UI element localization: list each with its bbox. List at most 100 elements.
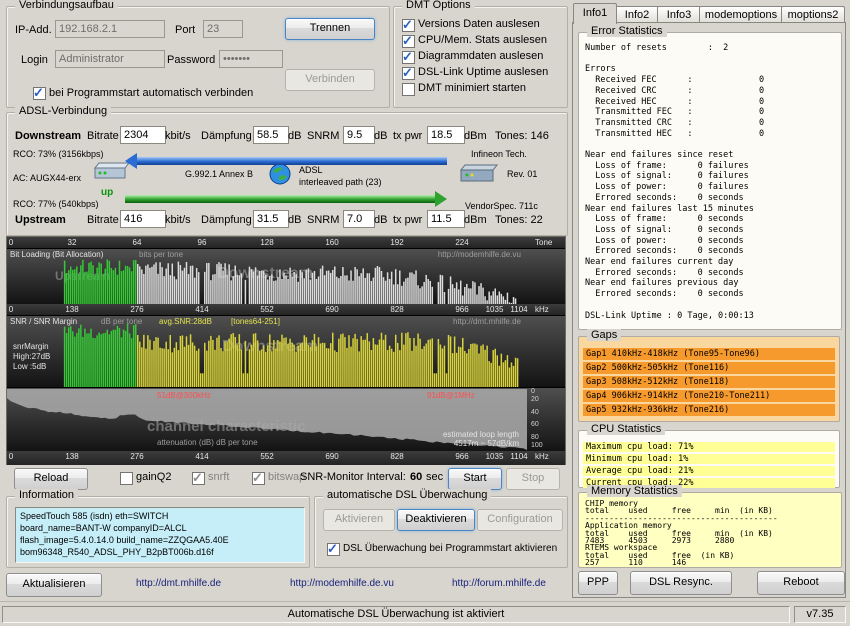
downstream-arrow bbox=[125, 153, 447, 169]
info-line: bom96348_R540_ADSL_PHY_B2pBT006b.d16f bbox=[20, 547, 214, 557]
snr-chart: SNR / SNR Margin dB per tone avg.SNR:28d… bbox=[7, 315, 565, 387]
rco-up: RCO: 77% (540kbps) bbox=[13, 199, 99, 209]
diagram-label: Diagrammdaten auslesen bbox=[418, 50, 544, 62]
us-daempfung-value[interactable] bbox=[253, 210, 289, 228]
status-bar: Automatische DSL Überwachung ist aktivie… bbox=[0, 601, 850, 626]
ds-bitrate-label: Bitrate bbox=[87, 130, 119, 142]
adsl-standard: G.992.1 Annex B bbox=[185, 169, 254, 179]
cpu-row: Maximum cpu load: 71% bbox=[583, 442, 835, 452]
versions-label: Versions Daten auslesen bbox=[418, 18, 540, 30]
refresh-button[interactable]: Aktualisieren bbox=[6, 573, 102, 597]
us-bitrate-unit: kbit/s bbox=[165, 214, 191, 226]
snrft-checkbox[interactable] bbox=[192, 470, 205, 486]
snr-subtitle: dB per tone bbox=[101, 317, 143, 326]
diagram-checkbox[interactable] bbox=[402, 49, 415, 65]
reload-button[interactable]: Reload bbox=[14, 468, 88, 490]
ds-db2: dB bbox=[374, 130, 388, 142]
deactivate-button[interactable]: Deaktivieren bbox=[397, 509, 475, 531]
minimized-label: DMT minimiert starten bbox=[418, 82, 526, 94]
link-modemhilfe[interactable]: http://modemhilfe.de.vu bbox=[290, 578, 394, 589]
bitloading-url: http://modemhilfe.de.vu bbox=[437, 250, 521, 259]
monitoring-autostart-checkbox[interactable] bbox=[327, 541, 340, 557]
link-status: up bbox=[101, 187, 114, 198]
gap-row: Gap4 906kHz-914kHz (Tone210-Tone211) bbox=[583, 390, 835, 402]
snr-monitor-start-button[interactable]: Start bbox=[448, 468, 502, 490]
channel-subtitle: attenuation (dB) dB per tone bbox=[157, 438, 258, 447]
port-label: Port bbox=[175, 24, 196, 36]
ppp-button[interactable]: PPP bbox=[578, 571, 618, 595]
port-input[interactable] bbox=[203, 20, 243, 38]
router-icon bbox=[457, 161, 501, 188]
versions-checkbox[interactable] bbox=[402, 17, 415, 33]
dmt-options-group: DMT Options Versions Daten auslesen CPU/… bbox=[393, 0, 568, 108]
gap-row: Gap3 508kHz-512kHz (Tone118) bbox=[583, 376, 835, 388]
snr-avg: avg.SNR:28dB bbox=[159, 317, 212, 326]
activate-button: Aktivieren bbox=[323, 509, 395, 531]
snr-margin-line2: High:27dB bbox=[13, 352, 51, 361]
snrft-label: snrft bbox=[208, 471, 230, 483]
ds-daempfung-label: Dämpfung bbox=[201, 130, 252, 142]
link-forum-mhilfe[interactable]: http://forum.mhilfe.de bbox=[452, 578, 546, 589]
ds-dbm: dBm bbox=[464, 130, 487, 142]
bitswap-checkbox[interactable] bbox=[252, 470, 265, 486]
ds-snrm-label: SNRM bbox=[307, 130, 340, 142]
ip-input[interactable] bbox=[55, 20, 165, 38]
us-txpwr-value[interactable] bbox=[427, 210, 465, 228]
info-line: flash_image=5.4.0.14.0 build_name=ZZQGAA… bbox=[20, 535, 229, 545]
snr-interval-unit: sec bbox=[426, 471, 444, 483]
memory-statistics-text: CHIP memory total used free min (in KB) … bbox=[585, 499, 778, 568]
us-bitrate-value[interactable] bbox=[120, 210, 166, 228]
gainq2-checkbox[interactable] bbox=[120, 472, 133, 485]
cpu-row: Minimum cpu load: 1% bbox=[583, 454, 835, 464]
password-input[interactable] bbox=[219, 50, 283, 68]
link-dmt-mhilfe[interactable]: http://dmt.mhilfe.de bbox=[136, 578, 221, 589]
gainq2-label: gainQ2 bbox=[136, 471, 172, 483]
channel-annotation-left: 51dB@300kHz bbox=[157, 391, 211, 400]
login-input[interactable] bbox=[55, 50, 165, 68]
khz-axis-upper: 0 138 276 414 552 690 828 966 1035 1104 kHz bbox=[7, 304, 565, 315]
us-bitrate-label: Bitrate bbox=[87, 214, 119, 226]
snr-title: SNR / SNR Margin bbox=[10, 317, 78, 326]
snr-margin-line3: Low :5dB bbox=[13, 362, 47, 371]
cpu-statistics-title: CPU Statistics bbox=[587, 423, 666, 435]
dmt-options-title: DMT Options bbox=[402, 0, 475, 11]
uptime-checkbox[interactable] bbox=[402, 65, 415, 81]
ds-txpwr-value[interactable] bbox=[427, 126, 465, 144]
configuration-button: Configuration bbox=[477, 509, 563, 531]
memory-statistics-title: Memory Statistics bbox=[587, 485, 682, 497]
snr-interval-label: SNR-Monitor Interval: bbox=[300, 471, 406, 483]
reboot-button[interactable]: Reboot bbox=[757, 571, 845, 595]
us-db1: dB bbox=[288, 214, 302, 226]
ds-snrm-value[interactable] bbox=[343, 126, 375, 144]
gap-row: Gap5 932kHz-936kHz (Tone216) bbox=[583, 404, 835, 416]
channel-annotation-right: 91dB@1MHz bbox=[427, 391, 475, 400]
disconnect-button[interactable]: Trennen bbox=[285, 18, 375, 40]
error-statistics-group: Error Statistics Number of resets : 2 Er… bbox=[578, 25, 842, 330]
local-modem-label: AC: AUGX44-erx bbox=[13, 173, 82, 183]
autoconnect-checkbox[interactable] bbox=[33, 85, 46, 101]
information-group: Information SpeedTouch 585 (isdn) eth=SW… bbox=[6, 489, 310, 568]
uptime-label: DSL-Link Uptime auslesen bbox=[418, 66, 549, 78]
us-dbm: dBm bbox=[464, 214, 487, 226]
error-statistics-text: Number of resets : 2 Errors Received FEC… bbox=[585, 43, 765, 321]
minimized-checkbox[interactable] bbox=[402, 83, 415, 96]
us-tones: Tones: 22 bbox=[495, 214, 543, 226]
information-title: Information bbox=[15, 489, 79, 501]
globe-icon bbox=[269, 163, 291, 188]
connection-group-title: Verbindungsaufbau bbox=[15, 0, 118, 11]
gaps-title: Gaps bbox=[587, 329, 622, 341]
cpu-statistics-group: CPU Statistics Maximum cpu load: 71% Min… bbox=[578, 423, 840, 488]
ds-daempfung-value[interactable] bbox=[253, 126, 289, 144]
autoconnect-label: bei Programmstart automatisch verbinden bbox=[49, 87, 254, 99]
ds-db1: dB bbox=[288, 130, 302, 142]
snr-monitor-stop-button: Stop bbox=[506, 468, 560, 490]
tab-info1[interactable]: Info1 bbox=[573, 3, 617, 24]
cpumem-checkbox[interactable] bbox=[402, 33, 415, 49]
ds-txpwr-label: tx pwr bbox=[393, 130, 423, 142]
dsl-resync-button[interactable]: DSL Resync. bbox=[630, 571, 732, 595]
vendor-rev: Rev. 01 bbox=[507, 169, 538, 179]
snr-range: [tones64-251] bbox=[231, 317, 280, 326]
cpu-row: Average cpu load: 21% bbox=[583, 466, 835, 476]
ds-bitrate-value[interactable] bbox=[120, 126, 166, 144]
us-snrm-value[interactable] bbox=[343, 210, 375, 228]
